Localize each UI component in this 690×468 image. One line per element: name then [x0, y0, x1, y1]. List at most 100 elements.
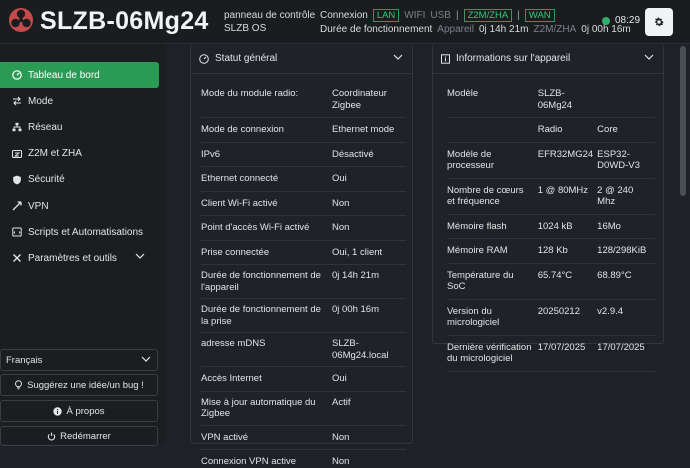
sidebar-item-network[interactable]: Réseau	[0, 114, 166, 140]
scrollbar-thumb[interactable]	[680, 46, 686, 196]
language-select[interactable]: Français	[0, 349, 158, 371]
column-radio: Radio	[537, 117, 598, 143]
status-value: Non	[332, 456, 350, 467]
sidebar-item-z2m-zha[interactable]: Z2M et ZHA	[0, 141, 166, 167]
clock-time: 08:29	[615, 15, 641, 26]
status-label: Durée de fonctionnement de l'appareil	[201, 264, 332, 299]
general-status-table: Mode du module radio: Coordinateur Zigbee…	[201, 88, 406, 468]
status-label: adresse mDNS	[201, 332, 332, 367]
status-value: Non	[332, 215, 406, 241]
gear-icon	[654, 17, 664, 27]
sidebar-item-label: Mode	[28, 95, 54, 107]
radio-value: 20250212	[537, 299, 598, 336]
table-row: IPv6 Désactivé	[201, 142, 406, 167]
model-value: SLZB-06Mg24	[537, 88, 655, 118]
z2m-uptime-label: Z2M/ZHA	[533, 23, 577, 35]
table-header-row: Radio Core	[447, 117, 655, 143]
zigbee-icon	[12, 149, 22, 159]
sidebar-item-dashboard[interactable]: Tableau de bord	[0, 62, 159, 89]
top-bar: SLZB-06Mg24 panneau de contrôle SLZB OS …	[0, 0, 690, 44]
general-status-header[interactable]: Statut général	[191, 44, 412, 74]
table-row: Durée de fonctionnement de l'appareil 0j …	[201, 264, 406, 299]
device-info-label: Version du micrologiciel	[447, 299, 538, 336]
sidebar-item-mode[interactable]: Mode	[0, 88, 166, 114]
about-button[interactable]: À propos	[0, 400, 158, 422]
status-value: Oui, 1 client	[332, 240, 406, 265]
table-row: Mémoire flash 1024 kB 16Mo	[447, 214, 655, 239]
sidebar-item-label: Z2M et ZHA	[28, 148, 82, 160]
sidebar-item-vpn[interactable]: VPN	[0, 193, 166, 219]
table-row: Nombre de cœurs et fréquence 1 @ 80MHz 2 @…	[447, 178, 655, 215]
suggest-idea-label: Suggérez une idée/un bug !	[27, 379, 144, 391]
status-label: Ethernet connecté	[201, 166, 332, 192]
uptime-label: Durée de fonctionnement	[320, 23, 433, 35]
chevron-down-icon	[644, 54, 654, 60]
core-value: 17/07/2025	[597, 335, 655, 372]
radio-value: 1024 kB	[537, 214, 598, 239]
core-value: v2.9.4	[597, 299, 655, 336]
info-square-icon	[441, 53, 450, 64]
table-row: Prise connectée Oui, 1 client	[201, 240, 406, 265]
device-info-label: Température du SoC	[447, 263, 538, 300]
model-label: Modèle	[447, 88, 538, 118]
status-value: Oui	[332, 366, 406, 392]
table-row: Durée de fonctionnement de la prise 0j 00…	[201, 298, 406, 333]
table-row: Température du SoC 65.74°C 68.89°C	[447, 263, 655, 300]
chevron-down-icon	[141, 356, 151, 362]
sidebar: Tableau de bord Mode Réseau Z2M et ZHA S…	[0, 44, 166, 446]
status-value: SLZB-06Mg24.local	[332, 332, 406, 367]
device-uptime-label: Appareil	[437, 23, 474, 35]
vpn-icon	[12, 201, 22, 211]
status-label: VPN activé	[201, 425, 332, 450]
lan-badge: LAN	[372, 8, 400, 22]
power-icon	[47, 432, 56, 440]
table-row: adresse mDNS SLZB-06Mg24.local	[201, 332, 406, 367]
status-label: Point d'accès Wi-Fi activé	[201, 215, 332, 241]
radio-value: 65.74°C	[537, 263, 598, 300]
code-icon	[12, 227, 22, 237]
sidebar-item-label: Tableau de bord	[28, 69, 100, 81]
network-icon	[12, 122, 22, 132]
divider: |	[455, 9, 459, 21]
device-info-header[interactable]: Informations sur l'appareil	[433, 44, 663, 74]
z2m-zha-badge: Z2M/ZHA	[463, 8, 513, 22]
status-label: Connexion VPN active	[201, 456, 297, 467]
sidebar-nav: Tableau de bord Mode Réseau Z2M et ZHA S…	[0, 62, 166, 272]
brand-title: SLZB-06Mg24	[40, 7, 209, 35]
about-label: À propos	[66, 405, 105, 417]
table-row: Accès Internet Oui	[201, 366, 406, 392]
status-label: Mise à jour automatique du Zigbee	[201, 391, 332, 426]
sidebar-item-tools[interactable]: Paramètres et outils	[0, 245, 166, 271]
scrollbar[interactable]	[680, 44, 686, 444]
device-info-panel: Informations sur l'appareil Modèle SLZB-…	[432, 44, 664, 372]
connection-status: Connexion LAN WIFI USB | Z2M/ZHA | WAN D…	[320, 8, 631, 36]
core-value: 68.89°C	[597, 263, 655, 300]
status-label: Durée de fonctionnement de la prise	[201, 298, 332, 333]
connection-label: Connexion	[320, 9, 368, 21]
sidebar-item-label: Paramètres et outils	[28, 252, 117, 264]
shield-icon	[12, 175, 22, 185]
sidebar-item-scripts[interactable]: Scripts et Automatisations	[0, 219, 166, 245]
sidebar-item-security[interactable]: Sécurité	[0, 167, 166, 193]
status-value: Actif	[332, 391, 406, 426]
gauge-icon	[199, 53, 209, 64]
chevron-down-icon	[135, 253, 145, 260]
usb-badge: USB	[430, 9, 451, 21]
logo-icon	[9, 8, 33, 32]
table-row: Mémoire RAM 128 Kb 128/298KiB	[447, 238, 655, 264]
status-value: 0j 00h 16m	[332, 298, 406, 333]
status-value: 0j 14h 21m	[332, 264, 406, 299]
radio-value: 128 Kb	[537, 238, 598, 264]
radio-value: 17/07/2025	[537, 335, 598, 372]
settings-button[interactable]	[645, 8, 673, 36]
restart-button[interactable]: Redémarrer	[0, 426, 158, 446]
table-row: Dernière vérification du micrologiciel 17…	[447, 335, 655, 372]
general-status-title: Statut général	[215, 53, 278, 64]
suggest-idea-button[interactable]: Suggérez une idée/un bug !	[0, 374, 158, 396]
status-value: Non	[332, 191, 406, 216]
status-value: Oui	[332, 166, 406, 192]
device-info-label: Mémoire flash	[447, 214, 538, 239]
radio-value: 1 @ 80MHz	[537, 178, 598, 215]
status-value: Coordinateur Zigbee	[332, 88, 406, 118]
restart-label: Redémarrer	[60, 430, 111, 442]
